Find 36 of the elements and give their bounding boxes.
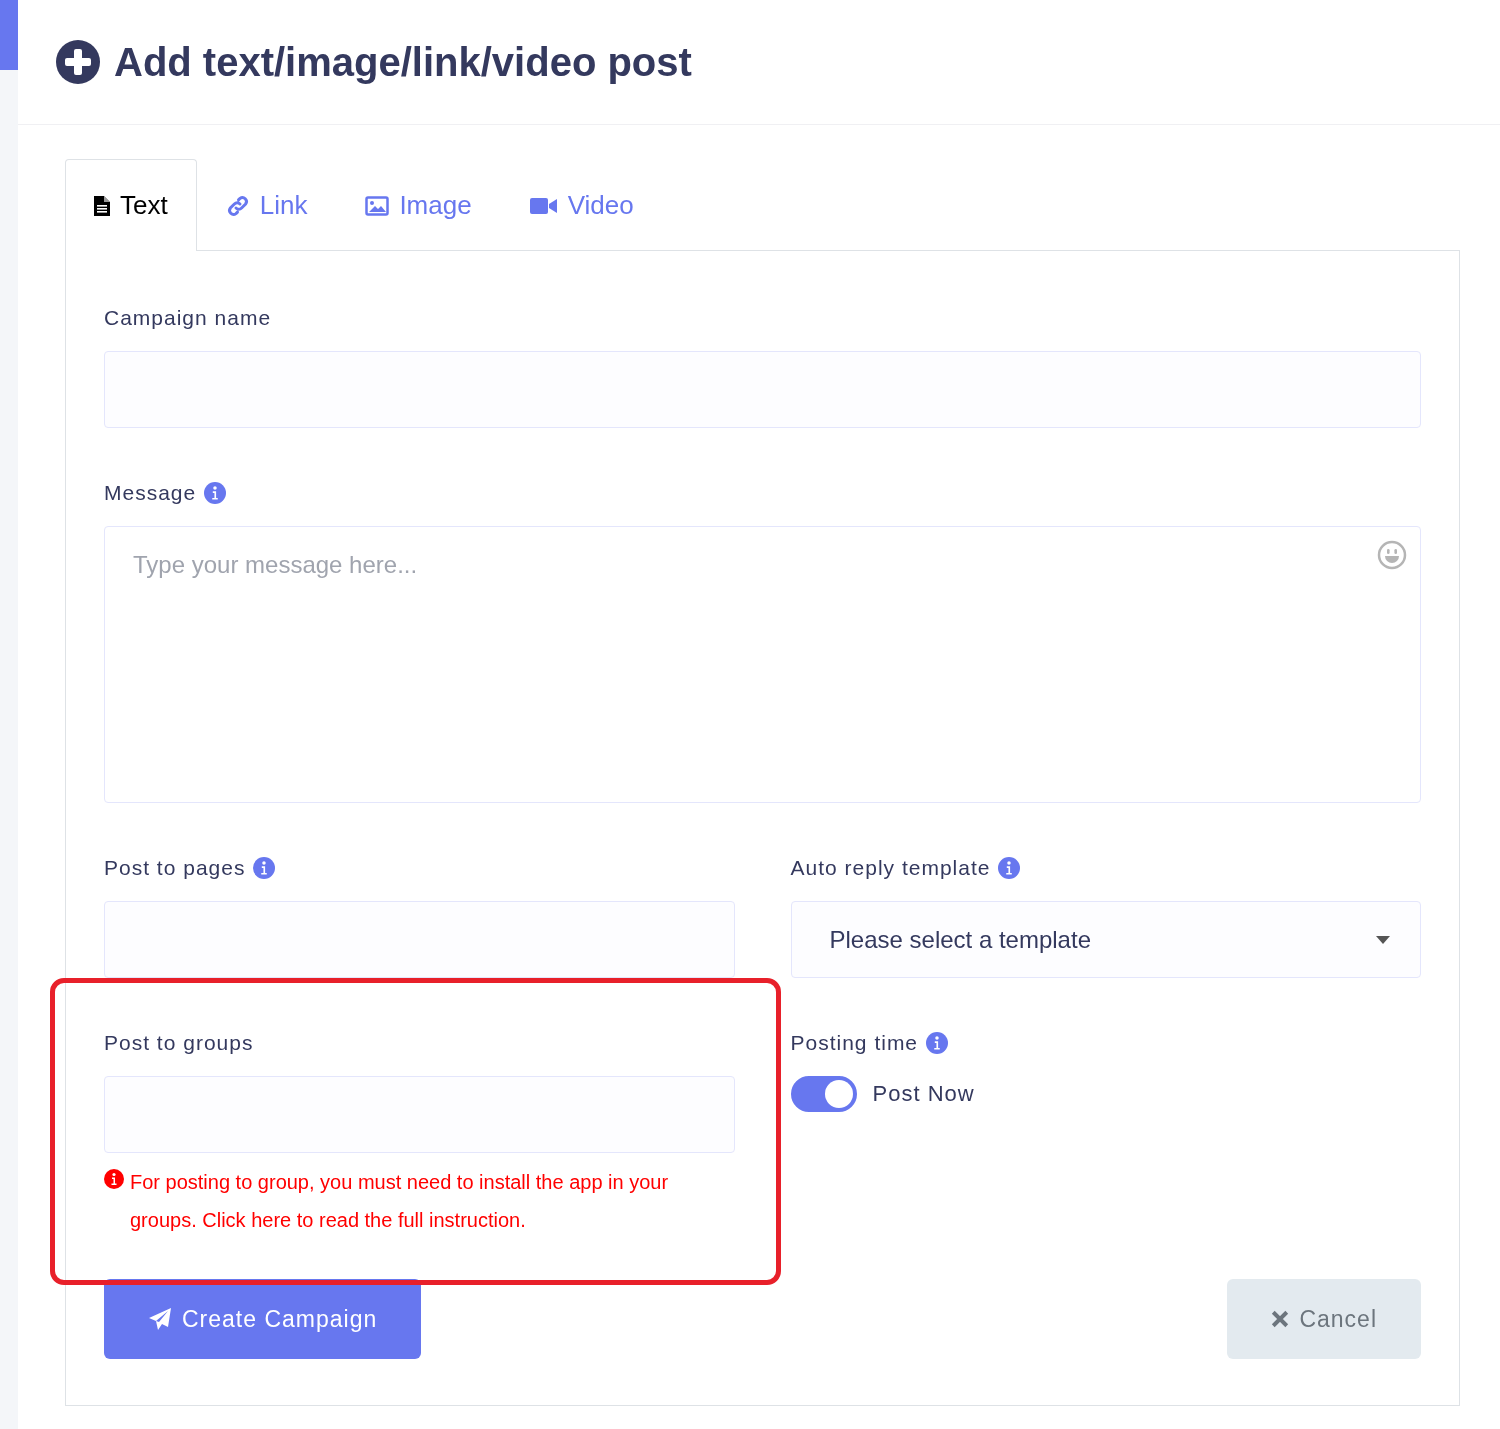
create-button[interactable]: Create Campaign [104, 1279, 422, 1359]
info-icon[interactable] [926, 1032, 949, 1054]
post-to-groups-field[interactable] [104, 1076, 735, 1153]
toggle-label: Post Now [872, 1081, 975, 1107]
caret-icon [1376, 935, 1390, 944]
paper-plane-icon [148, 1307, 172, 1331]
message-field[interactable]: Type your message here... [104, 526, 1421, 803]
tab[interactable]: Video [500, 159, 663, 251]
link-icon [225, 193, 250, 218]
field-label: Posting time [790, 1031, 919, 1055]
template-select[interactable]: Please select a template [790, 901, 1421, 978]
sidebar-accent [0, 0, 18, 70]
tab[interactable]: Link [196, 159, 337, 251]
field-label: Auto reply template [790, 856, 991, 880]
field-label: Campaign name [104, 306, 272, 330]
notice-text: For posting to group, you must need to install the app in your groups. Click here to read the full instruction. [130, 1170, 670, 1233]
field-label: Post to groups [104, 1031, 254, 1055]
info-icon[interactable] [204, 482, 227, 504]
document-icon [94, 195, 110, 216]
cancel-button[interactable]: Cancel [1227, 1279, 1421, 1359]
post-to-pages-field[interactable] [104, 901, 735, 978]
info-icon [104, 1169, 124, 1189]
page-title: Add text/image/link/video post [114, 39, 692, 85]
tab[interactable]: Image [336, 159, 501, 251]
campaign-name-field[interactable] [104, 351, 1421, 428]
smiley-icon[interactable] [1377, 540, 1407, 570]
video-camera-icon [529, 196, 558, 215]
field-label: Message [104, 481, 197, 505]
toggle-switch[interactable] [790, 1076, 857, 1112]
tab[interactable]: Text [65, 159, 197, 251]
info-icon[interactable] [253, 857, 276, 879]
field-label: Post to pages [104, 856, 246, 880]
close-icon [1271, 1310, 1290, 1328]
info-icon[interactable] [998, 857, 1021, 879]
plus-circle-icon [56, 40, 100, 84]
image-icon [365, 195, 390, 216]
